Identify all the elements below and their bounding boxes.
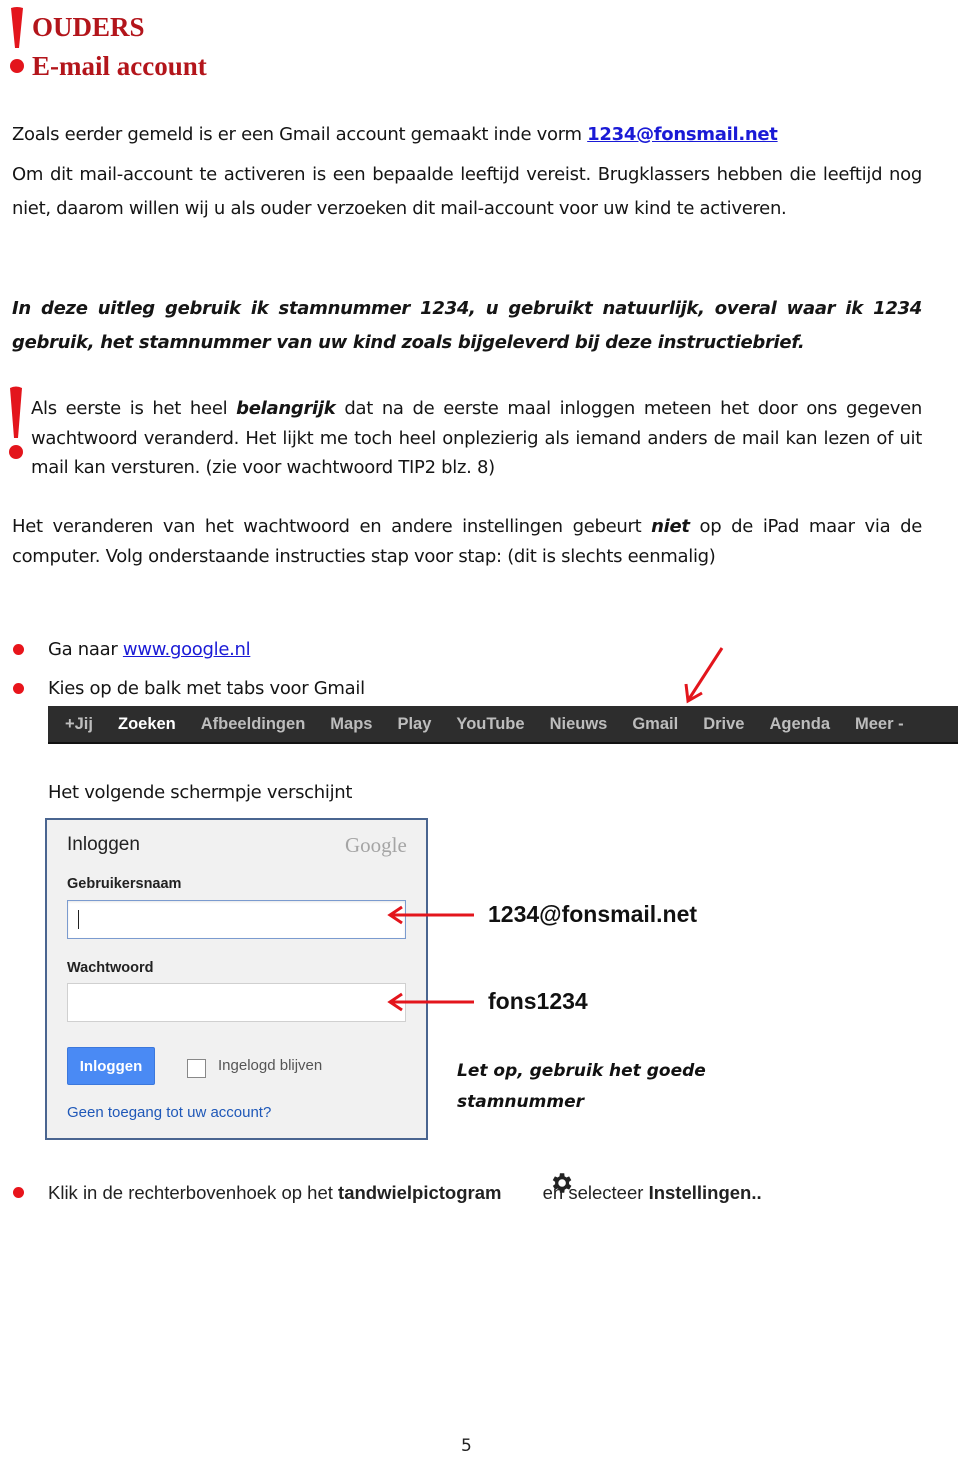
instructions-emphasis: niet bbox=[651, 516, 690, 537]
remember-checkbox[interactable] bbox=[187, 1059, 206, 1078]
username-label: Gebruikersnaam bbox=[67, 876, 182, 892]
nav-item-zoeken[interactable]: Zoeken bbox=[118, 715, 176, 734]
nav-item-gmail[interactable]: Gmail bbox=[632, 715, 678, 734]
bullet-icon bbox=[13, 683, 24, 694]
login-panel: Inloggen Google Gebruikersnaam Wachtwoor… bbox=[45, 818, 428, 1140]
header-exclamation-icon bbox=[8, 6, 26, 74]
intro-line: Zoals eerder gemeld is er een Gmail acco… bbox=[12, 124, 778, 145]
red-arrow-icon bbox=[680, 644, 730, 706]
password-label: Wachtwoord bbox=[67, 960, 154, 976]
nav-item-youtube[interactable]: YouTube bbox=[456, 715, 524, 734]
page-number: 5 bbox=[461, 1436, 472, 1456]
stamnummer-note: In deze uitleg gebruik ik stamnummer 123… bbox=[12, 298, 922, 353]
nav-item-maps[interactable]: Maps bbox=[330, 715, 372, 734]
nav-item-meer[interactable]: Meer - bbox=[855, 715, 904, 734]
instructions-text: Het veranderen van het wachtwoord en and… bbox=[12, 516, 922, 567]
screen-caption: Het volgende schermpje verschijnt bbox=[48, 782, 353, 803]
text-cursor bbox=[78, 910, 79, 929]
remember-label: Ingelogd blijven bbox=[218, 1057, 323, 1074]
settings-term: Instellingen.. bbox=[648, 1182, 762, 1203]
nav-item-nieuws[interactable]: Nieuws bbox=[550, 715, 608, 734]
warning-exclamation-icon bbox=[6, 386, 26, 462]
step-gmail-tab: Kies op de balk met tabs voor Gmail bbox=[48, 678, 365, 699]
warning-text: Als eerste is het heel belangrijk dat na… bbox=[31, 398, 923, 478]
intro-paragraph: Om dit mail-account te activeren is een … bbox=[12, 164, 922, 219]
password-input[interactable] bbox=[67, 983, 406, 1022]
stamnummer-warning: Let op, gebruik het goede stamnummer bbox=[457, 1061, 706, 1112]
bullet-icon bbox=[13, 644, 24, 655]
username-input[interactable] bbox=[67, 900, 406, 939]
nav-item-afbeeldingen[interactable]: Afbeeldingen bbox=[201, 715, 306, 734]
step-google: Ga naar www.google.nl bbox=[48, 639, 251, 660]
nav-item-jij[interactable]: +Jij bbox=[65, 715, 93, 734]
page-subtitle: E-mail account bbox=[32, 51, 207, 81]
nav-item-play[interactable]: Play bbox=[397, 715, 431, 734]
username-arrow-icon bbox=[386, 905, 476, 925]
page-title: OUDERS bbox=[32, 12, 145, 42]
bullet-icon bbox=[13, 1187, 24, 1198]
google-logo: Google bbox=[345, 833, 407, 857]
password-hint: fons1234 bbox=[488, 988, 588, 1014]
nav-item-drive[interactable]: Drive bbox=[703, 715, 744, 734]
settings-step: Klik in de rechterbovenhoek op het tandw… bbox=[48, 1173, 762, 1204]
password-arrow-icon bbox=[386, 992, 476, 1012]
gear-term: tandwielpictogram bbox=[338, 1182, 502, 1203]
login-button[interactable]: Inloggen bbox=[67, 1047, 155, 1085]
google-nav-bar: +Jij Zoeken Afbeeldingen Maps Play YouTu… bbox=[48, 706, 958, 744]
warning-emphasis: belangrijk bbox=[236, 398, 336, 419]
nav-item-agenda[interactable]: Agenda bbox=[769, 715, 830, 734]
gear-icon bbox=[548, 1170, 574, 1196]
login-title: Inloggen bbox=[67, 834, 140, 855]
intro-text: Zoals eerder gemeld is er een Gmail acco… bbox=[12, 124, 588, 145]
username-hint: 1234@fonsmail.net bbox=[488, 901, 698, 927]
google-link[interactable]: www.google.nl bbox=[123, 639, 251, 660]
email-link[interactable]: 1234@fonsmail.net bbox=[587, 124, 778, 145]
help-link[interactable]: Geen toegang tot uw account? bbox=[67, 1104, 271, 1121]
